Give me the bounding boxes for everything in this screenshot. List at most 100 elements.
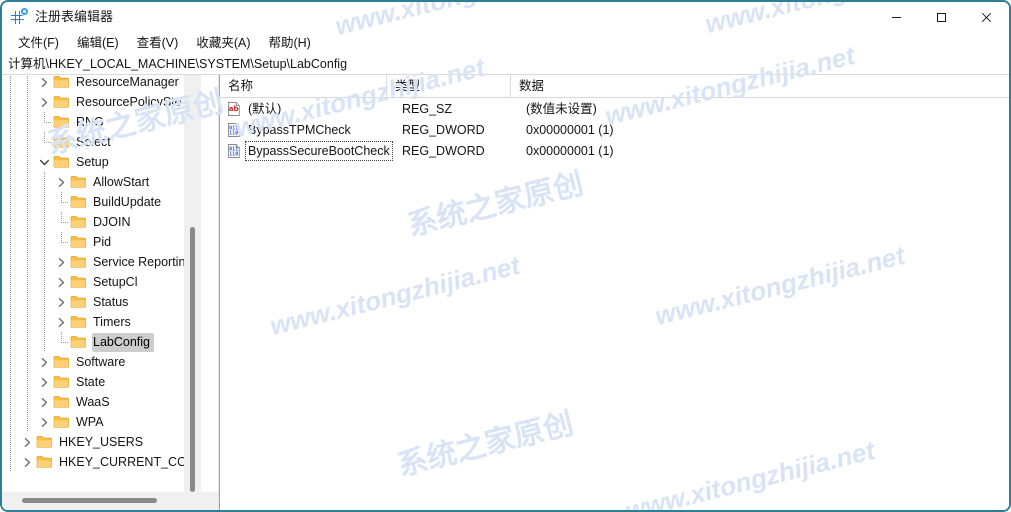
tree-guide-line bbox=[10, 112, 11, 132]
menu-item-view[interactable]: 查看(V) bbox=[128, 33, 188, 54]
menu-item-edit[interactable]: 编辑(E) bbox=[68, 33, 128, 54]
tree-item-allowstart[interactable]: AllowStart bbox=[2, 172, 201, 192]
folder-icon bbox=[70, 255, 87, 269]
chevron-right-icon[interactable] bbox=[53, 252, 70, 272]
table-row[interactable]: 011 110 BypassSecureBootCheck REG_DWORD 0x00… bbox=[220, 140, 1009, 161]
tree-leaf-connector bbox=[53, 192, 70, 212]
tree-item-label: LabConfig bbox=[92, 332, 154, 352]
tree-item-resourcepolicysto[interactable]: ResourcePolicySto bbox=[2, 92, 201, 112]
menu-item-favorites[interactable]: 收藏夹(A) bbox=[187, 33, 259, 54]
column-header-data[interactable]: 数据 bbox=[510, 75, 1009, 97]
tree-item-labconfig[interactable]: LabConfig bbox=[2, 332, 201, 352]
tree-guide-line bbox=[44, 172, 45, 192]
menu-item-file[interactable]: 文件(F) bbox=[9, 33, 68, 54]
tree-vertical-scrollbar[interactable] bbox=[184, 75, 201, 492]
tree-item-setupcl[interactable]: SetupCl bbox=[2, 272, 201, 292]
tree-guide-line bbox=[10, 75, 11, 92]
chevron-right-icon[interactable] bbox=[36, 392, 53, 412]
tree-leaf-connector bbox=[53, 332, 70, 352]
registry-values-pane: 名称 类型 数据 ab (默认) REG_SZ (数值未设置) 011 110 Bypass… bbox=[219, 75, 1009, 510]
tree-item-status[interactable]: Status bbox=[2, 292, 201, 312]
tree-guide-line bbox=[27, 232, 28, 252]
tree-guide-line bbox=[44, 312, 45, 332]
registry-editor-icon bbox=[10, 8, 28, 26]
tree-guide-line bbox=[10, 392, 11, 412]
tree-item-label: HKEY_CURRENT_CONFIG bbox=[59, 454, 201, 469]
tree-guide-line bbox=[27, 412, 28, 432]
tree-item-state[interactable]: State bbox=[2, 372, 201, 392]
tree-leaf-connector bbox=[36, 132, 53, 152]
chevron-right-icon[interactable] bbox=[19, 432, 36, 452]
tree-item-label: Select bbox=[76, 134, 111, 149]
column-header-name[interactable]: 名称 bbox=[220, 75, 386, 97]
folder-icon bbox=[53, 415, 70, 429]
chevron-right-icon[interactable] bbox=[36, 412, 53, 432]
folder-icon bbox=[70, 215, 87, 229]
value-name-cell: ab (默认) bbox=[220, 100, 394, 118]
table-row[interactable]: 011 110 BypassTPMCheck REG_DWORD 0x00000001 … bbox=[220, 119, 1009, 140]
chevron-right-icon[interactable] bbox=[36, 372, 53, 392]
table-row[interactable]: ab (默认) REG_SZ (数值未设置) bbox=[220, 98, 1009, 119]
chevron-right-icon[interactable] bbox=[36, 92, 53, 112]
folder-icon bbox=[53, 395, 70, 409]
tree-vertical-scrollbar-thumb[interactable] bbox=[190, 227, 195, 492]
tree-item-wpa[interactable]: WPA bbox=[2, 412, 201, 432]
tree-item-label: HKEY_USERS bbox=[59, 434, 144, 449]
tree-guide-line bbox=[27, 372, 28, 392]
tree-item-pid[interactable]: Pid bbox=[2, 232, 201, 252]
tree-item-software[interactable]: Software bbox=[2, 352, 201, 372]
tree-horizontal-scrollbar[interactable] bbox=[2, 492, 201, 510]
address-bar[interactable]: 计算机\HKEY_LOCAL_MACHINE\SYSTEM\Setup\LabC… bbox=[2, 54, 1009, 75]
maximize-button[interactable] bbox=[919, 2, 964, 32]
folder-icon bbox=[53, 155, 70, 169]
column-header-type[interactable]: 类型 bbox=[386, 75, 510, 97]
tree-horizontal-scrollbar-thumb[interactable] bbox=[22, 498, 157, 503]
folder-icon bbox=[70, 195, 87, 209]
tree-item-waas[interactable]: WaaS bbox=[2, 392, 201, 412]
chevron-right-icon[interactable] bbox=[53, 272, 70, 292]
tree-item-hkey-current-config[interactable]: HKEY_CURRENT_CONFIG bbox=[2, 452, 201, 472]
chevron-right-icon[interactable] bbox=[36, 75, 53, 92]
chevron-right-icon[interactable] bbox=[53, 312, 70, 332]
tree-item-label: RNG bbox=[76, 114, 104, 129]
tree-item-timers[interactable]: Timers bbox=[2, 312, 201, 332]
value-name-text: (默认) bbox=[248, 101, 282, 116]
close-icon bbox=[981, 12, 992, 22]
tree-indent-spacer bbox=[2, 92, 36, 112]
close-button[interactable] bbox=[964, 2, 1009, 32]
value-data-cell: (数值未设置) bbox=[526, 101, 597, 116]
chevron-right-icon[interactable] bbox=[36, 352, 53, 372]
tree-item-label: WPA bbox=[76, 414, 104, 429]
tree-guide-line bbox=[10, 292, 11, 312]
tree-guide-line bbox=[27, 272, 28, 292]
menu-item-help[interactable]: 帮助(H) bbox=[259, 33, 319, 54]
tree-guide-line bbox=[10, 412, 11, 432]
tree-item-djoin[interactable]: DJOIN bbox=[2, 212, 201, 232]
address-path-text: 计算机\HKEY_LOCAL_MACHINE\SYSTEM\Setup\LabC… bbox=[8, 57, 348, 71]
tree-indent-spacer bbox=[2, 392, 36, 412]
chevron-right-icon[interactable] bbox=[53, 172, 70, 192]
tree-guide-line bbox=[10, 132, 11, 152]
tree-item-label: ResourceManager bbox=[76, 75, 179, 89]
tree-indent-spacer bbox=[2, 412, 36, 432]
tree-item-rng[interactable]: RNG bbox=[2, 112, 201, 132]
tree-guide-line bbox=[27, 92, 28, 112]
minimize-icon bbox=[892, 16, 901, 18]
tree-guide-line bbox=[44, 212, 45, 232]
tree-item-service-reportin[interactable]: Service Reportin bbox=[2, 252, 201, 272]
tree-guide-line bbox=[27, 212, 28, 232]
chevron-right-icon[interactable] bbox=[19, 452, 36, 472]
tree-guide-line bbox=[27, 352, 28, 372]
tree-item-setup[interactable]: Setup bbox=[2, 152, 201, 172]
tree-leaf-connector bbox=[36, 112, 53, 132]
tree-item-buildupdate[interactable]: BuildUpdate bbox=[2, 192, 201, 212]
tree-item-resourcemanager[interactable]: ResourceManager bbox=[2, 75, 201, 92]
tree-item-select[interactable]: Select bbox=[2, 132, 201, 152]
tree-guide-line bbox=[27, 292, 28, 312]
tree-item-hkey-users[interactable]: HKEY_USERS bbox=[2, 432, 201, 452]
chevron-right-icon[interactable] bbox=[53, 292, 70, 312]
minimize-button[interactable] bbox=[874, 2, 919, 32]
registry-tree-viewport: ResourceManager ResourcePolicySto RNG Selec… bbox=[2, 75, 201, 492]
tree-indent-spacer bbox=[2, 132, 36, 152]
chevron-down-icon[interactable] bbox=[36, 152, 53, 172]
